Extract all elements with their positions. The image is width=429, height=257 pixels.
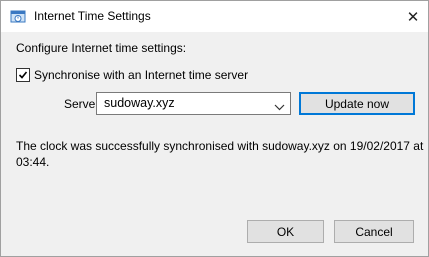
title-bar[interactable]: Internet Time Settings ✕ [1,1,428,32]
cancel-button[interactable]: Cancel [334,220,414,243]
clock-settings-icon [10,9,26,25]
sync-checkbox[interactable] [16,68,30,82]
sync-checkbox-label: Synchronise with an Internet time server [34,68,249,82]
server-value: sudoway.xyz [104,96,175,110]
sync-checkbox-row[interactable]: Synchronise with an Internet time server [16,68,248,82]
close-icon: ✕ [406,8,420,26]
chevron-down-icon [274,100,285,114]
ok-button[interactable]: OK [247,220,324,243]
window-title: Internet Time Settings [34,9,151,23]
update-now-button[interactable]: Update now [299,92,415,115]
checkmark-icon [18,71,28,79]
sync-status-text: The clock was successfully synchronised … [16,139,424,169]
section-heading: Configure Internet time settings: [16,41,187,55]
close-button[interactable]: ✕ [398,1,428,32]
internet-time-settings-dialog: Internet Time Settings ✕ Configure Inter… [0,0,429,257]
server-dropdown[interactable]: sudoway.xyz [96,92,291,115]
